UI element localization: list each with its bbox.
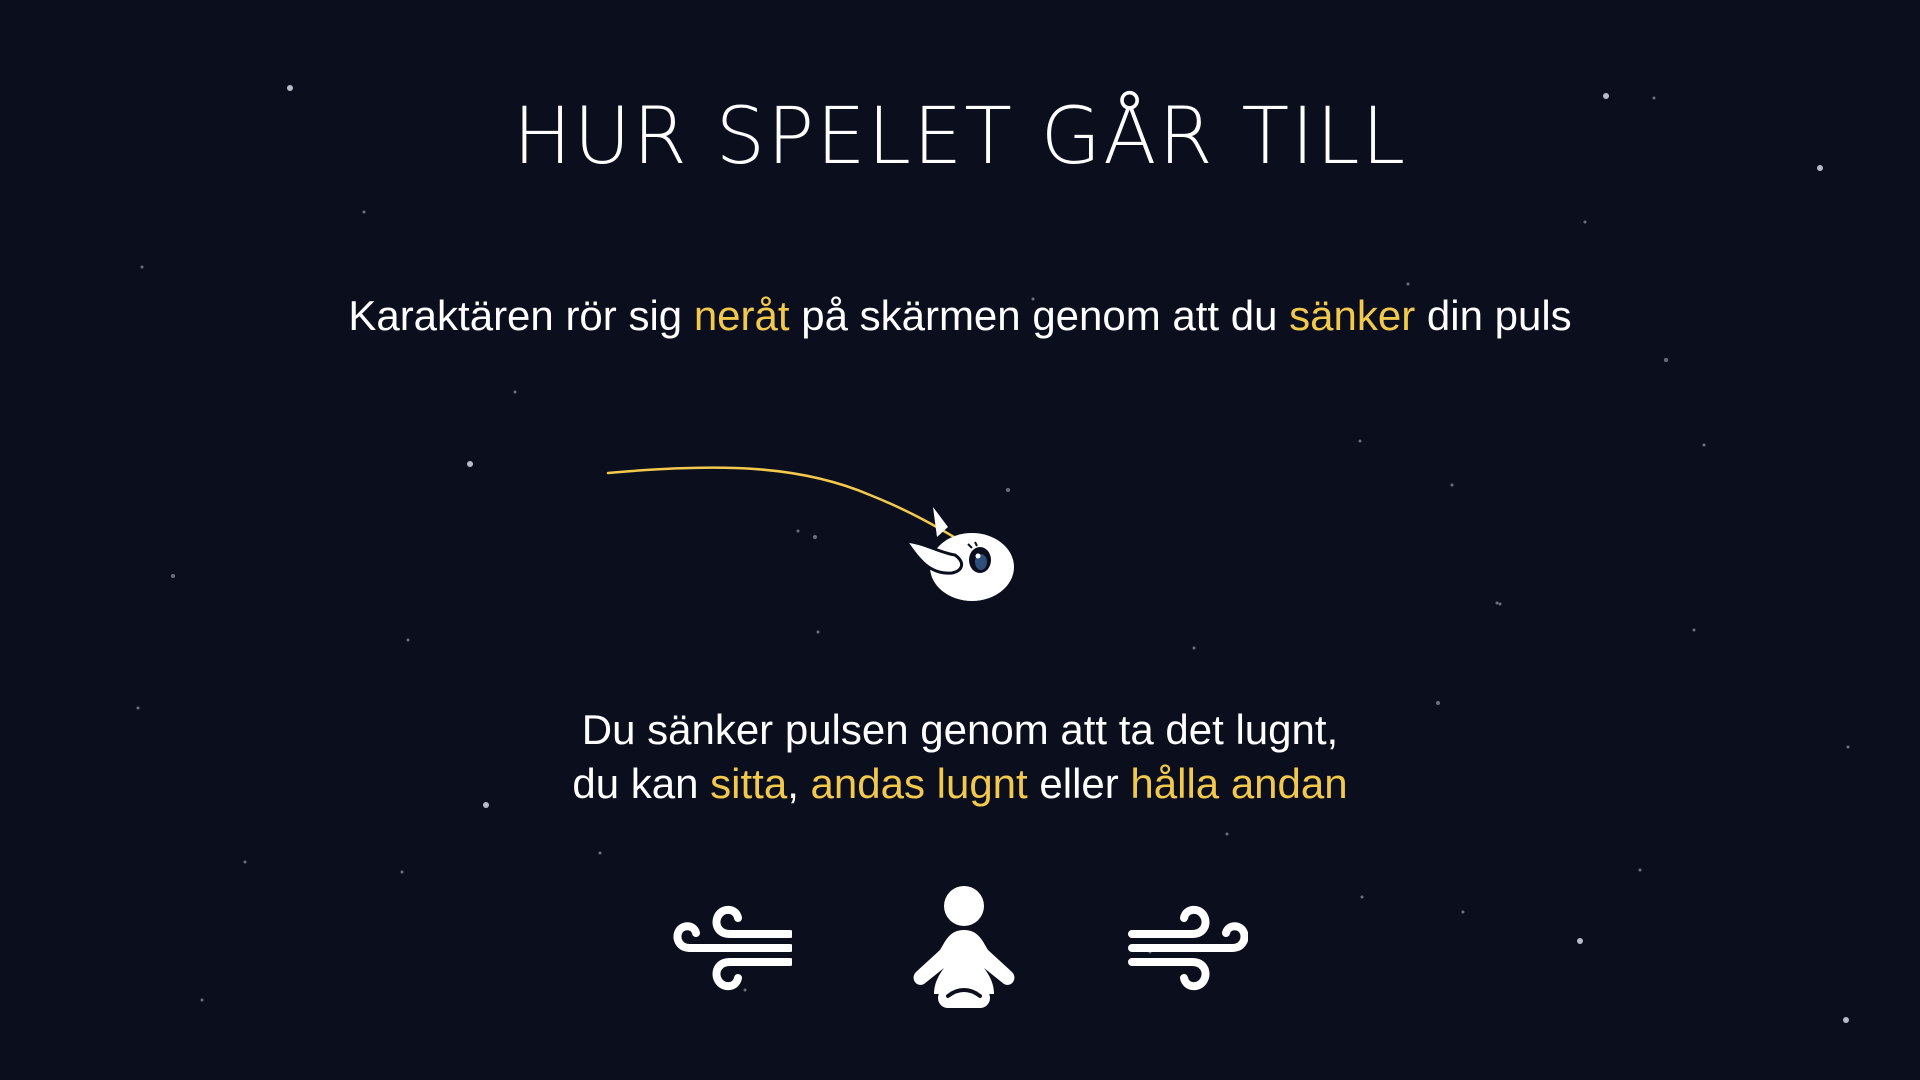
star	[243, 860, 247, 864]
star	[200, 998, 204, 1002]
star	[1461, 910, 1465, 914]
bird-character-icon	[902, 507, 1014, 601]
character-illustration	[606, 466, 1014, 601]
star	[406, 638, 410, 642]
instruction-text: på skärmen genom att du	[789, 292, 1290, 339]
instruction-text: Karaktären rör sig	[348, 292, 694, 339]
wind-icon	[1128, 905, 1248, 991]
instruction-calm-line1: Du sänker pulsen genom att ta det lugnt,	[581, 706, 1339, 753]
star	[1702, 443, 1706, 447]
star	[1436, 701, 1440, 705]
star	[171, 574, 175, 578]
star	[1406, 282, 1410, 286]
star	[1358, 439, 1362, 443]
star	[362, 210, 366, 214]
instruction-text: din puls	[1415, 292, 1572, 339]
star	[513, 390, 517, 394]
game-instructions-screen: HUR SPELET GÅR TILL Karaktären rör sig n…	[0, 0, 1920, 1080]
star	[1360, 895, 1364, 899]
trajectory-line	[606, 466, 978, 552]
wind-icon	[673, 905, 792, 991]
star	[1192, 646, 1196, 650]
highlight-lower: sänker	[1289, 292, 1416, 339]
highlight-sit: sitta	[710, 760, 788, 807]
star	[140, 265, 144, 269]
instruction-text: du kan	[572, 760, 711, 807]
instruction-movement: Karaktären rör sig neråt på skärmen geno…	[0, 292, 1920, 340]
highlight-hold-breath: hålla andan	[1130, 760, 1348, 807]
instruction-calm-line2: du kan sitta, andas lugnt eller hålla an…	[0, 760, 1920, 808]
star	[467, 461, 473, 467]
meditation-icon	[913, 886, 1015, 1008]
star	[400, 870, 404, 874]
star	[287, 85, 293, 91]
highlight-breathe: andas lugnt	[810, 760, 1028, 807]
star	[1664, 358, 1668, 362]
instruction-text: eller	[1027, 760, 1131, 807]
star	[816, 630, 820, 634]
star	[598, 851, 602, 855]
star	[1498, 602, 1502, 606]
highlight-down: neråt	[693, 292, 790, 339]
page-title: HUR SPELET GÅR TILL	[512, 92, 1408, 182]
star	[1495, 601, 1499, 605]
instruction-text: ,	[787, 760, 811, 807]
star	[1583, 220, 1587, 224]
star	[1225, 832, 1229, 836]
star	[1638, 868, 1642, 872]
star	[1450, 483, 1454, 487]
star	[1843, 1017, 1849, 1023]
star	[1577, 938, 1583, 944]
star	[1692, 628, 1696, 632]
